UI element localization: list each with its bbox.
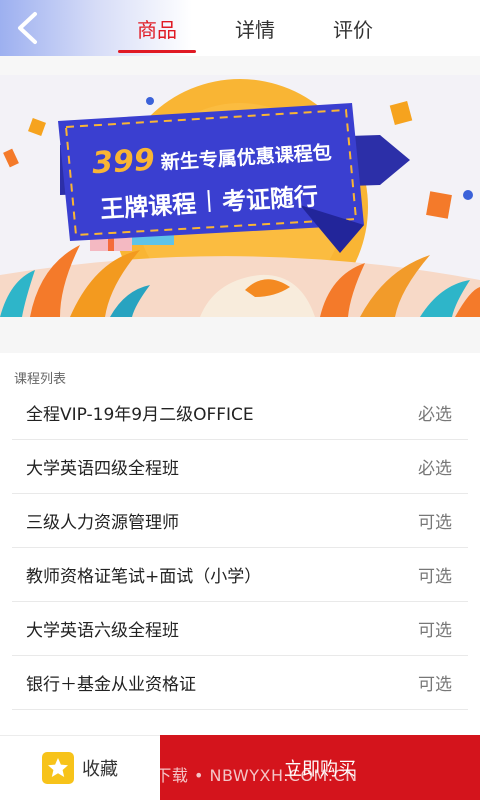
course-row[interactable]: 全程VIP-19年9月二级OFFICE 必选 (12, 386, 468, 440)
tab-bar: 商品 详情 评价 (108, 0, 402, 56)
buy-now-button[interactable]: 立即购买 (160, 735, 480, 800)
favorite-label: 收藏 (82, 759, 118, 780)
course-list-title: 课程列表 (14, 372, 67, 387)
tab-reviews[interactable]: 评价 (304, 0, 402, 56)
tab-details[interactable]: 详情 (206, 0, 304, 56)
course-name: 大学英语六级全程班 (26, 621, 179, 641)
section-separator (0, 317, 480, 353)
chevron-left-icon (18, 12, 37, 44)
bottom-action-bar: 收藏 立即购买 (0, 735, 480, 800)
course-row[interactable]: 银行＋基金从业资格证 可选 (12, 656, 468, 710)
banner-top-gap (0, 56, 480, 75)
star-icon (42, 752, 74, 784)
course-tag: 可选 (418, 675, 452, 695)
course-tag: 可选 (418, 513, 452, 533)
course-list: 全程VIP-19年9月二级OFFICE 必选 大学英语四级全程班 必选 三级人力… (12, 386, 468, 710)
course-tag: 可选 (418, 567, 452, 587)
course-row[interactable]: 教师资格证笔试+面试（小学） 可选 (12, 548, 468, 602)
course-name: 大学英语四级全程班 (26, 459, 179, 479)
course-name: 三级人力资源管理师 (26, 513, 179, 533)
course-name: 全程VIP-19年9月二级OFFICE (26, 405, 254, 425)
course-tag: 可选 (418, 621, 452, 641)
banner-subline-left: 王牌课程 (99, 189, 198, 224)
course-row[interactable]: 大学英语六级全程班 可选 (12, 602, 468, 656)
course-tag: 必选 (418, 459, 452, 479)
back-button[interactable] (8, 8, 48, 48)
course-row[interactable]: 大学英语四级全程班 必选 (12, 440, 468, 494)
banner-subline-right: 考证随行 (221, 182, 319, 217)
tab-product[interactable]: 商品 (108, 0, 206, 56)
course-name: 教师资格证笔试+面试（小学） (26, 567, 262, 587)
favorite-button[interactable]: 收藏 (0, 735, 160, 800)
banner-price: 399 (91, 142, 156, 182)
course-tag: 必选 (418, 405, 452, 425)
promo-banner[interactable]: 399 新生专属优惠课程包 王牌课程 考证随行 (0, 75, 480, 317)
course-name: 银行＋基金从业资格证 (26, 675, 196, 695)
course-row[interactable]: 三级人力资源管理师 可选 (12, 494, 468, 548)
banner-divider (207, 189, 211, 212)
top-nav-bar: 商品 详情 评价 (0, 0, 480, 56)
